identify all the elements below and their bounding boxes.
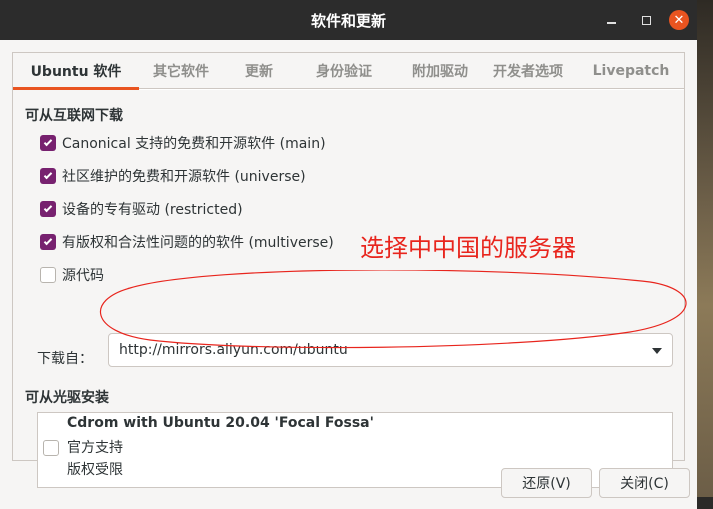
tab-ubuntu-software[interactable]: Ubuntu 软件 <box>13 53 139 90</box>
window-title: 软件和更新 <box>310 11 386 30</box>
close-window-button[interactable]: ✕ <box>669 10 689 30</box>
option-restricted-label: 设备的专有驱动 (restricted) <box>62 202 243 218</box>
revert-button[interactable]: 还原(V) <box>501 468 592 498</box>
cdrom-name: Cdrom with Ubuntu 20.04 'Focal Fossa' <box>67 415 374 431</box>
checkmark-icon <box>43 137 53 147</box>
tab-updates[interactable]: 更新 <box>225 53 293 89</box>
cdrom-official-support: 官方支持 <box>67 440 123 456</box>
option-multiverse[interactable]: 有版权和合法性问题的的软件 (multiverse) <box>40 231 334 253</box>
minimize-icon <box>606 22 616 24</box>
software-updates-window: 软件和更新 ✕ Ubuntu 软件 其它软件 更新 身份验证 附加驱动 开发者选… <box>0 0 697 509</box>
checkbox-restricted[interactable] <box>40 201 56 217</box>
checkmark-icon <box>43 170 53 180</box>
checkbox-main[interactable] <box>40 135 56 151</box>
tab-developer-options[interactable]: 开发者选项 <box>483 53 573 89</box>
internet-section-title: 可从互联网下载 <box>25 108 123 124</box>
checkbox-source-code[interactable] <box>40 267 56 283</box>
checkbox-cdrom[interactable] <box>43 440 59 456</box>
title-bar[interactable]: 软件和更新 ✕ <box>0 0 697 40</box>
annotation-ellipse <box>99 270 687 349</box>
tab-authentication[interactable]: 身份验证 <box>293 53 395 89</box>
minimize-button[interactable] <box>601 10 621 30</box>
checkbox-universe[interactable] <box>40 168 56 184</box>
tab-other-software[interactable]: 其它软件 <box>139 53 223 89</box>
option-universe[interactable]: 社区维护的免费和开源软件 (universe) <box>40 165 306 187</box>
option-main[interactable]: Canonical 支持的免费和开源软件 (main) <box>40 132 326 154</box>
maximize-button[interactable] <box>636 10 656 30</box>
option-restricted[interactable]: 设备的专有驱动 (restricted) <box>40 198 243 220</box>
annotation-text: 选择中中国的服务器 <box>360 234 576 262</box>
option-universe-label: 社区维护的免费和开源软件 (universe) <box>62 169 306 185</box>
checkmark-icon <box>43 236 53 246</box>
desktop-background-right <box>697 0 713 509</box>
tab-bar: Ubuntu 软件 其它软件 更新 身份验证 附加驱动 开发者选项 Livepa… <box>13 53 684 90</box>
option-multiverse-label: 有版权和合法性问题的的软件 (multiverse) <box>62 235 334 251</box>
checkbox-multiverse[interactable] <box>40 234 56 250</box>
option-main-label: Canonical 支持的免费和开源软件 (main) <box>62 136 326 152</box>
close-icon: ✕ <box>673 12 685 28</box>
download-from-label: 下载自： <box>37 351 93 367</box>
maximize-icon <box>641 15 651 25</box>
cdrom-section-title: 可从光驱安装 <box>25 390 109 406</box>
checkmark-icon <box>43 203 53 213</box>
tab-additional-drivers[interactable]: 附加驱动 <box>385 53 495 89</box>
close-button[interactable]: 关闭(C) <box>599 468 690 498</box>
tab-notebook: Ubuntu 软件 其它软件 更新 身份验证 附加驱动 开发者选项 Livepa… <box>12 52 685 488</box>
cdrom-restricted-copyright: 版权受限 <box>67 462 123 478</box>
tab-livepatch[interactable]: Livepatch <box>581 53 681 89</box>
